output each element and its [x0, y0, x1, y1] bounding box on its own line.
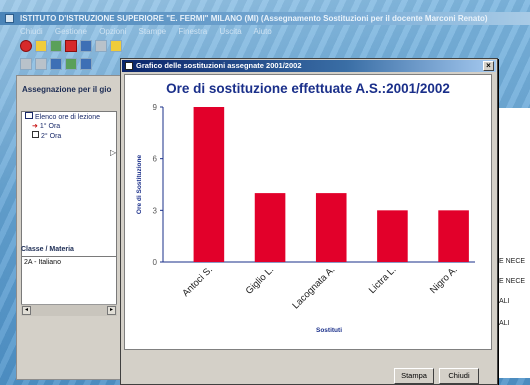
x-axis-label: Sostituti — [316, 327, 342, 334]
print-button[interactable]: Stampa — [394, 368, 434, 384]
menu-finestra[interactable]: Finestra — [178, 27, 207, 36]
y-axis-label: Ore di Sostituzione — [136, 155, 143, 215]
menu-stampe[interactable]: Stampe — [139, 27, 167, 36]
stop-icon[interactable] — [20, 40, 32, 52]
y-tick-group: 0 3 6 9 — [153, 103, 163, 267]
document-icon[interactable] — [50, 58, 62, 70]
bar-giglio-l — [254, 193, 286, 262]
network-icon[interactable] — [50, 40, 62, 52]
chart-dialog-title: Grafico delle sostituzioni assegnate 200… — [136, 61, 302, 70]
right-panel-item[interactable]: E NECE — [499, 278, 525, 285]
help-icon[interactable] — [110, 40, 122, 52]
x-tick-label: Lictra L. — [367, 264, 399, 296]
app-window-icon — [5, 14, 14, 23]
folder-icon[interactable] — [35, 40, 47, 52]
tree-root-item[interactable]: Elenco ore di lezione — [22, 112, 116, 122]
classe-materia-label: Classe / Materia — [21, 246, 74, 253]
tree-folder-icon — [25, 112, 33, 119]
chart-title: Ore di sostituzione effettuate A.S.:2001… — [166, 81, 450, 96]
horizontal-scrollbar[interactable]: ◂ ▸ — [21, 304, 117, 316]
checkbox-icon — [32, 131, 39, 138]
bar-chart: Ore di sostituzione effettuate A.S.:2001… — [136, 81, 475, 334]
app-title: ISTITUTO D'ISTRUZIONE SUPERIORE "E. FERM… — [20, 14, 488, 23]
expand-arrow-icon[interactable]: ▷ — [110, 148, 116, 158]
menu-chiudi[interactable]: Chiudi — [20, 27, 43, 36]
classe-materia-item[interactable]: 2A - Italiano — [24, 259, 114, 266]
right-panel-item[interactable]: E NECE — [499, 258, 525, 265]
scroll-right-icon[interactable]: ▸ — [107, 306, 116, 315]
bar-antoci-s — [193, 107, 225, 262]
x-tick-label: Nigro A. — [428, 264, 460, 296]
app-titlebar: ISTITUTO D'ISTRUZIONE SUPERIORE "E. FERM… — [0, 12, 530, 25]
menu-aiuto[interactable]: Aiuto — [254, 27, 272, 36]
font-icon[interactable] — [65, 40, 77, 52]
menu-opzioni[interactable]: Opzioni — [99, 27, 126, 36]
right-panel-item[interactable]: ALI — [499, 320, 510, 327]
tools-icon[interactable] — [80, 40, 92, 52]
arrow-right-icon: ➜ — [32, 123, 38, 130]
close-icon[interactable]: × — [483, 61, 494, 71]
dialog-window-icon — [125, 62, 133, 70]
secondary-toolbar — [20, 58, 92, 72]
close-button[interactable]: Chiudi — [439, 368, 479, 384]
main-toolbar — [20, 40, 122, 54]
calculator-icon[interactable] — [95, 40, 107, 52]
chart-panel: Ore di sostituzione effettuate A.S.:2001… — [124, 74, 492, 350]
y-tick-label: 3 — [153, 206, 158, 215]
print-icon[interactable] — [80, 58, 92, 70]
tree-item-second-hour[interactable]: 2° Ora — [22, 131, 116, 141]
menu-gestione[interactable]: Gestione — [55, 27, 87, 36]
save-icon[interactable] — [35, 58, 47, 70]
bar-lacognata-a — [315, 193, 347, 262]
right-panel-item[interactable]: ALI — [499, 298, 510, 305]
tree-item-first-hour[interactable]: ➜ 1° Ora — [22, 122, 116, 131]
assignment-panel: Assegnazione per il gio Elenco ore di le… — [16, 75, 124, 380]
x-tick-label: Antoci S. — [180, 264, 215, 299]
bar-nigro-a — [438, 210, 469, 262]
x-tick-label: Giglio L. — [244, 264, 276, 296]
y-tick-label: 9 — [153, 103, 158, 112]
x-tick-group: Antoci S. Giglio L. Lacognata A. Lictra L. N… — [180, 264, 459, 311]
app-menubar: Chiudi Gestione Opzioni Stampe Finestra … — [0, 26, 530, 38]
y-tick-label: 0 — [153, 258, 158, 267]
bar-lictra-l — [377, 210, 408, 262]
right-panel-list: E NECE E NECE ALI ALI — [495, 108, 530, 378]
chart-dialog: Grafico delle sostituzioni assegnate 200… — [120, 58, 498, 385]
scroll-left-icon[interactable]: ◂ — [22, 306, 31, 315]
first-record-icon[interactable] — [20, 58, 32, 70]
y-tick-label: 6 — [153, 155, 158, 164]
menu-uscita[interactable]: Uscita — [220, 27, 242, 36]
chart-dialog-titlebar[interactable]: Grafico delle sostituzioni assegnate 200… — [122, 60, 496, 72]
bars-group — [193, 107, 469, 262]
assignment-panel-title: Assegnazione per il gio — [22, 85, 112, 94]
x-tick-label: Lacognata A. — [290, 264, 337, 311]
chart-icon[interactable] — [65, 58, 77, 70]
